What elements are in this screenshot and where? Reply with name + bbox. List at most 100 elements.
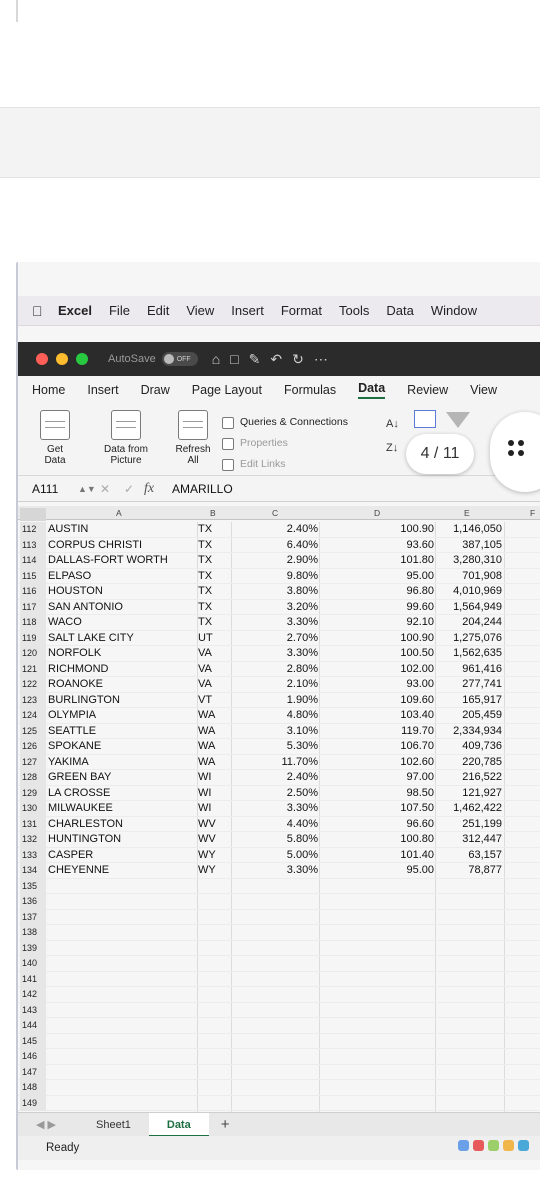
cell-rate[interactable]: 3.30% xyxy=(232,801,318,817)
cell-index[interactable]: 93.60 xyxy=(320,538,434,554)
cell-city[interactable]: SALT LAKE CITY xyxy=(48,631,196,647)
finder-icon[interactable] xyxy=(458,1140,469,1151)
sheet-tab-data[interactable]: Data xyxy=(148,1112,209,1137)
save-icon[interactable]: □ xyxy=(230,351,238,368)
row-number[interactable]: 116 xyxy=(20,584,46,600)
cell-city[interactable]: SPOKANE xyxy=(48,739,196,755)
cell-rate[interactable]: 3.20% xyxy=(232,600,318,616)
cell-state[interactable]: WY xyxy=(198,848,232,864)
tab-review[interactable]: Review xyxy=(407,383,448,397)
cell-rate[interactable]: 3.80% xyxy=(232,584,318,600)
row-number[interactable]: 119 xyxy=(20,630,46,646)
close-window-button[interactable] xyxy=(36,353,48,365)
cell-rate[interactable]: 2.70% xyxy=(232,631,318,647)
cell-population[interactable]: 1,564,949 xyxy=(436,600,502,616)
cell-city[interactable]: CHEYENNE xyxy=(48,863,196,879)
apple-icon[interactable]:  xyxy=(32,303,58,319)
cell-population[interactable]: 251,199 xyxy=(436,817,502,833)
cell-city[interactable]: DALLAS-FORT WORTH xyxy=(48,553,196,569)
edit-links-button[interactable]: Edit Links xyxy=(222,454,348,475)
name-box-stepper-icon[interactable]: ▲▼ xyxy=(78,484,100,494)
row-number[interactable]: 144 xyxy=(20,1018,46,1034)
cell-population[interactable]: 312,447 xyxy=(436,832,502,848)
cell-city[interactable]: SAN ANTONIO xyxy=(48,600,196,616)
cell-population[interactable]: 409,736 xyxy=(436,739,502,755)
cell-rate[interactable]: 5.00% xyxy=(232,848,318,864)
row-number[interactable]: 131 xyxy=(20,816,46,832)
col-header-c[interactable]: C xyxy=(272,508,278,518)
row-number[interactable]: 114 xyxy=(20,553,46,569)
row-number[interactable]: 143 xyxy=(20,1002,46,1018)
cell-index[interactable]: 93.00 xyxy=(320,677,434,693)
menu-window[interactable]: Window xyxy=(431,303,477,318)
cell-state[interactable]: WA xyxy=(198,739,232,755)
cell-population[interactable]: 205,459 xyxy=(436,708,502,724)
menu-edit[interactable]: Edit xyxy=(147,303,169,318)
cell-index[interactable]: 95.00 xyxy=(320,863,434,879)
sheet-nav-arrows-icon[interactable]: ◀ ▶ xyxy=(18,1118,78,1131)
cell-population[interactable]: 1,462,422 xyxy=(436,801,502,817)
cell-index[interactable]: 102.00 xyxy=(320,662,434,678)
cell-population[interactable]: 2,334,934 xyxy=(436,724,502,740)
refresh-all-button[interactable]: Refresh All xyxy=(168,410,218,466)
cell-city[interactable]: CASPER xyxy=(48,848,196,864)
cell-rate[interactable]: 11.70% xyxy=(232,755,319,771)
row-number[interactable]: 123 xyxy=(20,692,46,708)
name-box[interactable]: A111 xyxy=(18,482,78,496)
cell-state[interactable]: WI xyxy=(198,770,232,786)
cell-population[interactable]: 78,877 xyxy=(436,863,502,879)
cell-rate[interactable]: 1.90% xyxy=(232,693,318,709)
menu-file[interactable]: File xyxy=(109,303,130,318)
row-number[interactable]: 149 xyxy=(20,1095,46,1111)
row-number[interactable]: 124 xyxy=(20,708,46,724)
cell-rate[interactable]: 2.10% xyxy=(232,677,318,693)
menu-app-name[interactable]: Excel xyxy=(58,303,92,318)
cell-state[interactable]: VA xyxy=(198,677,232,693)
cell-population[interactable]: 1,146,050 xyxy=(436,522,502,538)
cell-state[interactable]: TX xyxy=(198,584,232,600)
cell-rate[interactable]: 2.50% xyxy=(232,786,318,802)
cell-state[interactable]: WI xyxy=(198,801,232,817)
cell-city[interactable]: AUSTIN xyxy=(48,522,196,538)
tab-formulas[interactable]: Formulas xyxy=(284,383,336,397)
cell-city[interactable]: YAKIMA xyxy=(48,755,196,771)
row-number[interactable]: 121 xyxy=(20,661,46,677)
select-all-corner[interactable] xyxy=(20,508,46,521)
row-number[interactable]: 133 xyxy=(20,847,46,863)
menu-format[interactable]: Format xyxy=(281,303,322,318)
row-number[interactable]: 129 xyxy=(20,785,46,801)
zoom-window-button[interactable] xyxy=(76,353,88,365)
cell-index[interactable]: 119.70 xyxy=(320,724,434,740)
row-number[interactable]: 136 xyxy=(20,894,46,910)
cell-state[interactable]: WV xyxy=(198,832,232,848)
cell-index[interactable]: 100.90 xyxy=(320,631,434,647)
cell-city[interactable]: MILWAUKEE xyxy=(48,801,196,817)
cell-city[interactable]: OLYMPIA xyxy=(48,708,196,724)
cell-state[interactable]: TX xyxy=(198,538,232,554)
add-sheet-button[interactable]: + xyxy=(209,1116,230,1133)
cell-rate[interactable]: 3.10% xyxy=(232,724,318,740)
cell-population[interactable]: 220,785 xyxy=(436,755,502,771)
cell-city[interactable]: LA CROSSE xyxy=(48,786,196,802)
cell-rate[interactable]: 4.40% xyxy=(232,817,318,833)
row-number[interactable]: 122 xyxy=(20,677,46,693)
row-number[interactable]: 130 xyxy=(20,801,46,817)
tab-insert[interactable]: Insert xyxy=(87,383,118,397)
cell-rate[interactable]: 5.30% xyxy=(232,739,318,755)
autosave-toggle[interactable]: OFF xyxy=(161,352,198,366)
row-number[interactable]: 115 xyxy=(20,568,46,584)
row-number[interactable]: 146 xyxy=(20,1049,46,1065)
fx-icon[interactable]: fx xyxy=(144,481,172,497)
cell-state[interactable]: WV xyxy=(198,817,232,833)
cancel-icon[interactable]: ✕ xyxy=(100,482,124,496)
cell-index[interactable]: 99.60 xyxy=(320,600,434,616)
cell-city[interactable]: NORFOLK xyxy=(48,646,196,662)
cell-city[interactable]: CHARLESTON xyxy=(48,817,196,833)
cell-state[interactable]: WI xyxy=(198,786,232,802)
cell-rate[interactable]: 6.40% xyxy=(232,538,318,554)
cell-city[interactable]: WACO xyxy=(48,615,196,631)
app-icon[interactable] xyxy=(503,1140,514,1151)
cell-population[interactable]: 701,908 xyxy=(436,569,502,585)
cell-population[interactable]: 1,275,076 xyxy=(436,631,502,647)
cell-index[interactable]: 97.00 xyxy=(320,770,434,786)
